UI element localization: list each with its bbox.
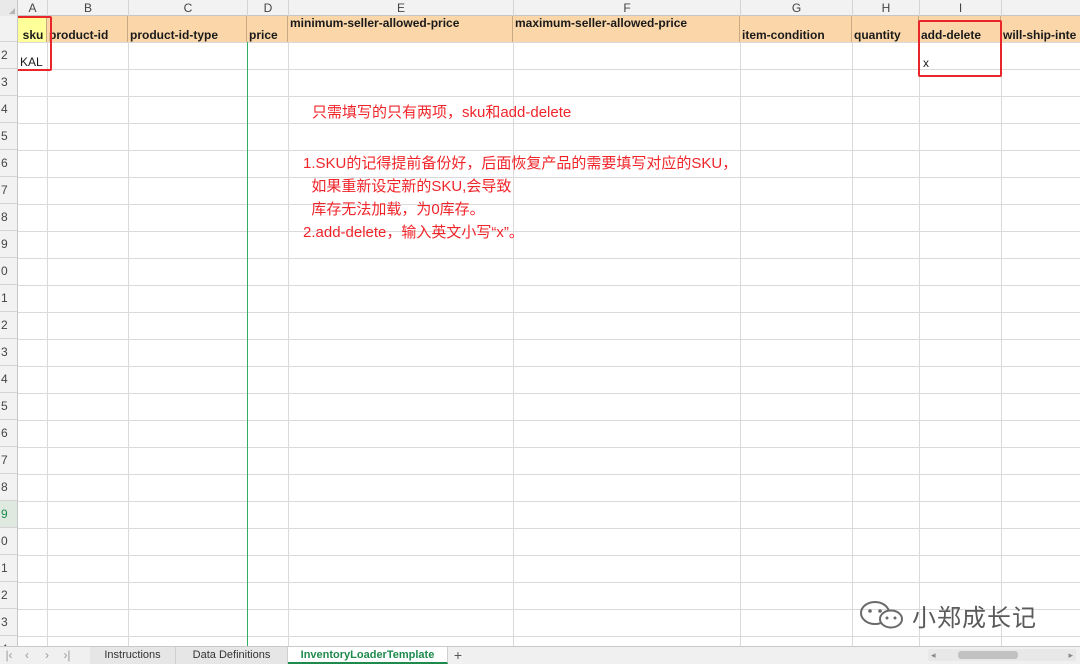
column-header-h[interactable]: H xyxy=(853,0,920,16)
watermark-text: 小郑成长记 xyxy=(912,604,1037,632)
row-header[interactable]: 8 xyxy=(0,474,17,501)
first-sheet-icon[interactable]: |‹ xyxy=(2,648,16,662)
horizontal-scrollbar[interactable]: ◂ ▸ xyxy=(928,649,1076,661)
row-header[interactable]: 3 xyxy=(0,609,17,636)
column-header-a[interactable]: A xyxy=(18,0,48,16)
selection-column-border xyxy=(247,16,248,646)
tab-data-definitions[interactable]: Data Definitions xyxy=(176,647,288,664)
select-all-corner[interactable] xyxy=(0,0,18,16)
column-header-bar: A B C D E F G H I xyxy=(0,0,1080,16)
row-header[interactable]: 8 xyxy=(0,204,17,231)
row-header[interactable]: 1 xyxy=(0,555,17,582)
header-cell-item-condition[interactable]: item-condition xyxy=(740,16,852,42)
row-header[interactable]: 2 xyxy=(0,312,17,339)
row-header[interactable]: 6 xyxy=(0,420,17,447)
tab-inventory-loader-template[interactable]: InventoryLoaderTemplate xyxy=(288,647,448,664)
last-sheet-icon[interactable]: ›| xyxy=(60,648,74,662)
row-header[interactable]: 2 xyxy=(0,42,17,69)
column-header-e[interactable]: E xyxy=(289,0,514,16)
header-cell-maximum-seller-allowed-price[interactable]: maximum-seller-allowed-price xyxy=(513,16,740,42)
row-header[interactable]: 4 xyxy=(0,366,17,393)
sheet-tab-bar: |‹ ‹ › ›| Instructions Data Definitions … xyxy=(0,646,1080,664)
select-all-triangle-icon xyxy=(9,8,15,14)
row-header[interactable]: 7 xyxy=(0,177,17,204)
row-header[interactable]: 3 xyxy=(0,69,17,96)
note-sku-backup: 1.SKU的记得提前备份好，后面恢复产品的需要填写对应的SKU， xyxy=(303,155,738,172)
prev-sheet-icon[interactable]: ‹ xyxy=(20,648,34,662)
header-cell-product-id[interactable]: product-id xyxy=(47,16,128,42)
row-header[interactable]: 2 xyxy=(0,582,17,609)
row-header[interactable]: 0 xyxy=(0,258,17,285)
header-cell-will-ship-internationally[interactable]: will-ship-inte xyxy=(1001,16,1080,42)
header-cell-quantity[interactable]: quantity xyxy=(852,16,919,42)
add-sheet-icon[interactable]: + xyxy=(450,647,466,664)
row-header[interactable]: 6 xyxy=(0,150,17,177)
row-header[interactable]: 3 xyxy=(0,339,17,366)
column-header-d[interactable]: D xyxy=(248,0,289,16)
row-header[interactable]: 0 xyxy=(0,528,17,555)
header-cell-price[interactable]: price xyxy=(247,16,288,42)
spreadsheet-grid[interactable]: sku product-id product-id-type price min… xyxy=(18,16,1080,646)
header-cell-minimum-seller-allowed-price[interactable]: minimum-seller-allowed-price xyxy=(288,16,513,42)
row-header[interactable]: 9 xyxy=(0,231,17,258)
note-inventory-zero: 库存无法加载，为0库存。 xyxy=(303,201,485,218)
note-add-delete-x: 2.add-delete，输入英文小写“x”。 xyxy=(303,224,524,241)
row-header-bar: 2 3 4 5 6 7 8 9 0 1 2 3 4 5 6 7 8 9 0 1 … xyxy=(0,16,18,646)
scroll-left-icon[interactable]: ◂ xyxy=(931,649,936,661)
tab-instructions[interactable]: Instructions xyxy=(90,647,176,664)
note-required-fields: 只需填写的只有两项，sku和add-delete xyxy=(312,104,572,121)
column-header-c[interactable]: C xyxy=(129,0,248,16)
row-header-selected[interactable]: 9 xyxy=(0,501,17,528)
highlight-box-add-delete xyxy=(918,20,1002,77)
highlight-box-sku xyxy=(18,16,52,71)
wechat-icon xyxy=(860,601,903,629)
row-header[interactable]: 1 xyxy=(0,285,17,312)
column-header-b[interactable]: B xyxy=(48,0,129,16)
scrollbar-thumb[interactable] xyxy=(958,651,1018,659)
row-header[interactable]: 7 xyxy=(0,447,17,474)
column-header-g[interactable]: G xyxy=(741,0,853,16)
column-header-j[interactable] xyxy=(1002,0,1080,16)
row-header[interactable]: 5 xyxy=(0,123,17,150)
row-header[interactable]: 4 xyxy=(0,96,17,123)
row-header[interactable]: 4 xyxy=(0,636,17,646)
header-cell-product-id-type[interactable]: product-id-type xyxy=(128,16,247,42)
column-header-i[interactable]: I xyxy=(920,0,1002,16)
watermark: 小郑成长记 xyxy=(858,600,1037,632)
scroll-right-icon[interactable]: ▸ xyxy=(1068,649,1073,661)
note-sku-new-warning: 如果重新设定新的SKU,会导致 xyxy=(303,178,512,195)
row-header[interactable]: 5 xyxy=(0,393,17,420)
next-sheet-icon[interactable]: › xyxy=(40,648,54,662)
column-header-f[interactable]: F xyxy=(514,0,741,16)
row-header-1[interactable] xyxy=(0,16,17,42)
